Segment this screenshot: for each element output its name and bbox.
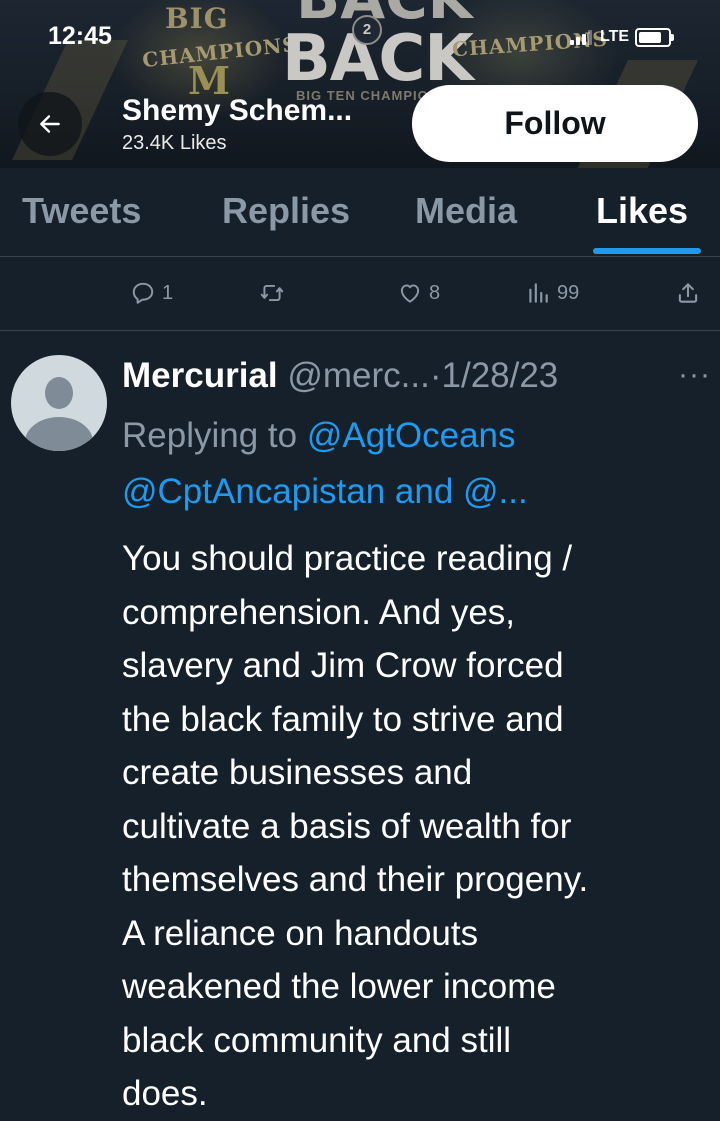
tweet-body: You should practice reading / comprehens… bbox=[122, 532, 702, 1121]
avatar-placeholder-body bbox=[25, 417, 93, 451]
tweet-action-bar: 1 8 99 bbox=[0, 258, 720, 330]
heart-icon bbox=[400, 284, 420, 303]
tweet-text-line: the black family to strive and bbox=[122, 699, 564, 739]
tweet-header: Mercurial @merc...·1/28/23 bbox=[122, 356, 558, 396]
divider bbox=[0, 330, 720, 331]
back-button[interactable] bbox=[18, 92, 82, 156]
mention-link[interactable]: @AgtOceans bbox=[307, 416, 516, 455]
mention-link[interactable]: @CptAncapistan and @... bbox=[122, 472, 528, 512]
tweet-date[interactable]: 1/28/23 bbox=[442, 356, 559, 395]
reply-count: 1 bbox=[162, 281, 174, 304]
profile-header-banner: BIG CHAMPIONS M BACK BACK 2 BIG TEN CHAM… bbox=[0, 0, 720, 168]
like-count: 8 bbox=[429, 281, 441, 304]
retweet-icon bbox=[260, 284, 284, 302]
tweet-text-line: cultivate a basis of wealth for bbox=[122, 806, 572, 846]
profile-tabs: Tweets Replies Media Likes bbox=[0, 168, 720, 256]
tweet-text-line: comprehension. And yes, bbox=[122, 592, 516, 632]
avatar[interactable] bbox=[11, 355, 107, 451]
tweet-separator: · bbox=[429, 356, 442, 395]
tweet-text-line: does. bbox=[122, 1074, 208, 1113]
status-indicators: LTE bbox=[570, 26, 675, 48]
network-label: LTE bbox=[600, 28, 630, 45]
divider bbox=[0, 256, 720, 257]
views-count: 99 bbox=[557, 281, 580, 304]
active-tab-indicator bbox=[593, 248, 701, 254]
tab-media[interactable]: Media bbox=[415, 190, 517, 232]
views-chart-icon bbox=[529, 283, 548, 303]
tweet-text-line: slavery and Jim Crow forced bbox=[122, 646, 564, 685]
share-icon bbox=[678, 283, 698, 303]
profile-name: Shemy Schem... bbox=[122, 94, 353, 127]
retweet-button[interactable] bbox=[258, 278, 292, 308]
tab-tweets[interactable]: Tweets bbox=[22, 190, 141, 232]
views-button[interactable]: 99 bbox=[525, 278, 579, 308]
replying-to-label: Replying to bbox=[122, 416, 307, 455]
like-button[interactable]: 8 bbox=[397, 278, 440, 308]
banner-art-big: BIG bbox=[165, 2, 229, 35]
tweet-text-line: weakened the lower income bbox=[122, 967, 556, 1006]
banner-art-number: 2 bbox=[352, 15, 382, 45]
tab-likes[interactable]: Likes bbox=[596, 190, 688, 232]
follow-button[interactable]: Follow bbox=[412, 85, 698, 162]
avatar-placeholder-head bbox=[45, 377, 73, 409]
tweet-text-line: black community and still bbox=[122, 1020, 512, 1060]
share-button[interactable] bbox=[675, 278, 701, 308]
battery-icon bbox=[635, 27, 675, 47]
reply-button[interactable]: 1 bbox=[130, 278, 173, 308]
tweet-text-line: themselves and their progeny. bbox=[122, 860, 589, 899]
status-time: 12:45 bbox=[48, 22, 112, 50]
tweet-text-line: A reliance on handouts bbox=[122, 913, 479, 953]
tab-replies[interactable]: Replies bbox=[222, 190, 350, 232]
signal-icon bbox=[570, 29, 592, 45]
arrow-left-icon bbox=[40, 115, 60, 133]
tweet-text-line: create businesses and bbox=[122, 753, 473, 792]
more-options-icon[interactable]: ··· bbox=[678, 358, 711, 392]
replying-to-line: Replying to @AgtOceans bbox=[122, 416, 516, 456]
tweet-author-name[interactable]: Mercurial bbox=[122, 356, 278, 395]
profile-likes-count: 23.4K Likes bbox=[122, 132, 227, 154]
tweet-author-handle[interactable]: @merc... bbox=[287, 356, 429, 395]
reply-icon bbox=[132, 282, 154, 304]
tweet-text-line: You should practice reading / bbox=[122, 539, 573, 578]
